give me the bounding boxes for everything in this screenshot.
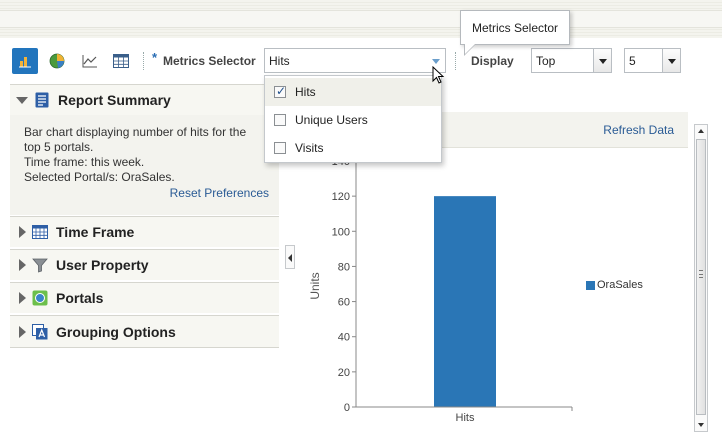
metrics-selector-label: Metrics Selector	[163, 54, 256, 68]
pie-chart-icon	[49, 53, 65, 69]
scrollbar-thumb[interactable]	[696, 139, 706, 415]
chevron-down-icon[interactable]	[593, 49, 611, 72]
report-summary-body: Bar chart displaying number of hits for …	[10, 115, 279, 215]
summary-line: Time frame: this week.	[24, 155, 145, 169]
portal-icon	[32, 290, 48, 306]
expand-arrow-icon[interactable]	[19, 226, 26, 238]
grouping-icon	[32, 323, 48, 340]
legend-label: OraSales	[597, 279, 643, 291]
header-band	[0, 0, 722, 38]
expand-arrow-icon[interactable]	[19, 325, 26, 338]
left-panel: Report Summary Bar chart displaying numb…	[10, 84, 279, 349]
toolbar-separator	[143, 52, 144, 70]
header-band-strip	[0, 10, 722, 28]
checkbox-icon[interactable]	[274, 142, 286, 154]
metrics-selector-field[interactable]: Hits	[264, 48, 446, 73]
refresh-data-link[interactable]: Refresh Data	[603, 123, 674, 137]
line-chart-view-button[interactable]	[77, 48, 103, 74]
panel-splitter-handle[interactable]	[285, 245, 295, 269]
report-icon	[34, 92, 50, 108]
metric-option-visits[interactable]: Visits	[265, 134, 441, 162]
scroll-down-icon[interactable]	[698, 423, 704, 427]
line-chart-icon	[82, 55, 97, 68]
metrics-selector-tooltip: Metrics Selector	[460, 10, 570, 56]
pie-chart-view-button[interactable]	[44, 48, 70, 74]
collapse-arrow-icon[interactable]	[16, 96, 28, 104]
metrics-dropdown-list: Hits Unique Users Visits	[264, 75, 442, 163]
metric-option-label: Unique Users	[295, 113, 368, 127]
display-select-value: Top	[536, 54, 556, 68]
report-summary-header[interactable]: Report Summary	[10, 84, 279, 115]
count-select-value: 5	[629, 54, 636, 68]
time-frame-header[interactable]: Time Frame	[10, 216, 279, 247]
table-icon	[113, 54, 129, 68]
count-select[interactable]: 5	[624, 48, 681, 73]
scroll-up-icon[interactable]	[698, 129, 704, 133]
display-select[interactable]: Top	[531, 48, 612, 73]
chevron-down-icon[interactable]	[662, 49, 680, 72]
summary-line: Selected Portal/s: OraSales.	[24, 170, 175, 184]
summary-line: Bar chart displaying number of hits for …	[24, 125, 247, 139]
funnel-icon	[32, 257, 48, 273]
summary-line: top 5 portals.	[24, 140, 94, 154]
grouping-options-header[interactable]: Grouping Options	[10, 315, 279, 348]
toolbar: * Metrics Selector Hits Display Top 5	[0, 44, 722, 78]
metric-option-unique-users[interactable]: Unique Users	[265, 106, 441, 134]
table-view-button[interactable]	[108, 48, 134, 74]
portals-header[interactable]: Portals	[10, 282, 279, 313]
user-property-title: User Property	[56, 257, 149, 273]
bar-chart-view-button[interactable]	[12, 48, 38, 74]
metric-option-label: Hits	[295, 85, 316, 99]
tooltip-text: Metrics Selector	[471, 20, 559, 35]
vertical-scrollbar[interactable]	[694, 124, 708, 432]
reset-preferences-link[interactable]: Reset Preferences	[170, 186, 269, 201]
mouse-cursor-icon	[432, 66, 445, 84]
bar-chart-icon	[19, 57, 31, 68]
chart-legend: OraSales	[586, 279, 643, 291]
grouping-options-title: Grouping Options	[56, 323, 176, 340]
display-label: Display	[471, 54, 514, 68]
expand-arrow-icon[interactable]	[19, 259, 26, 271]
user-property-header[interactable]: User Property	[10, 249, 279, 280]
report-summary-title: Report Summary	[58, 92, 171, 108]
toolbar-separator	[455, 52, 456, 70]
legend-swatch	[586, 280, 595, 290]
metrics-selector-value: Hits	[269, 54, 290, 68]
calendar-icon	[32, 224, 48, 240]
checkbox-checked-icon[interactable]	[274, 84, 286, 98]
expand-arrow-icon[interactable]	[19, 292, 26, 304]
metric-option-label: Visits	[295, 141, 324, 155]
grip-icon	[699, 270, 703, 278]
time-frame-title: Time Frame	[56, 224, 135, 240]
portals-title: Portals	[56, 290, 104, 306]
checkbox-icon[interactable]	[274, 114, 286, 126]
metric-option-hits[interactable]: Hits	[265, 78, 441, 106]
required-marker: *	[152, 50, 158, 65]
